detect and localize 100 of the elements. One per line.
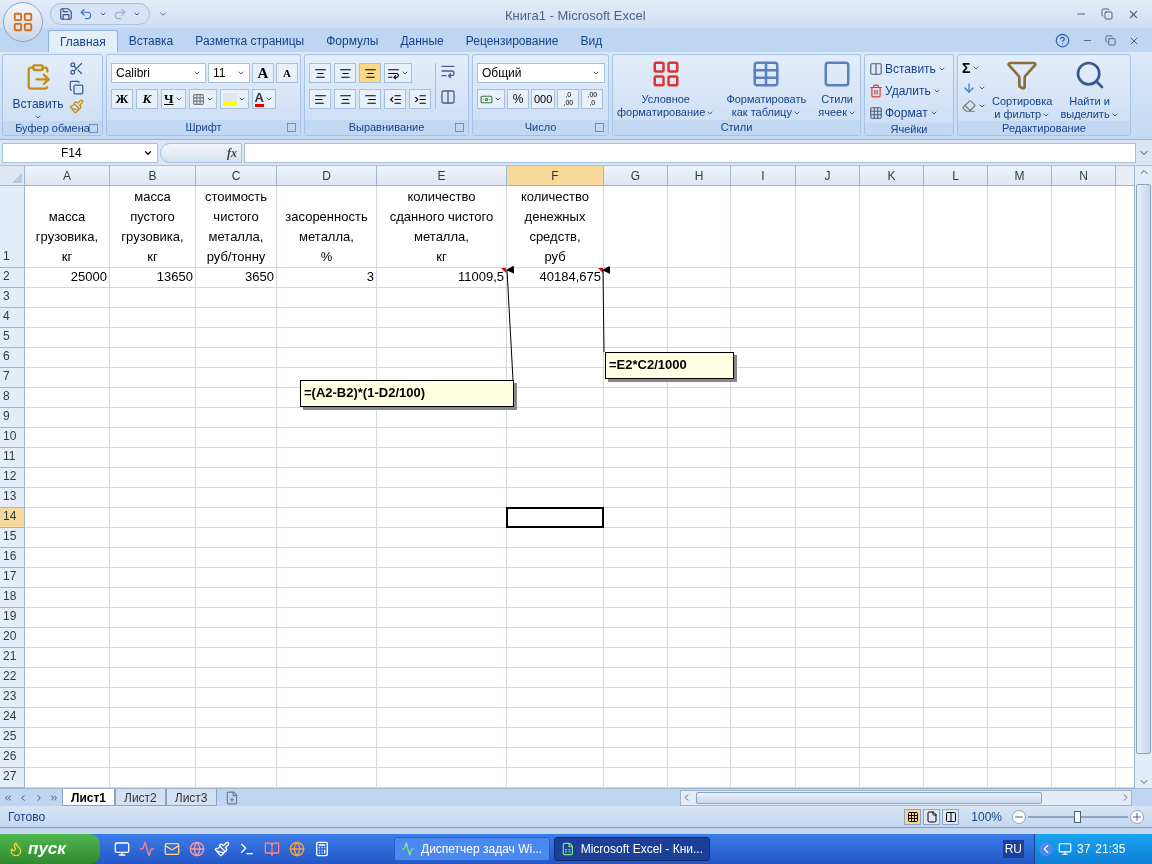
row-header[interactable]: 27 [0,768,25,788]
status-text: Готово [8,808,46,826]
ribbon-tab[interactable]: Формулы [315,30,390,52]
column-header[interactable]: E [377,166,507,186]
percent-button[interactable]: % [507,89,529,109]
taskbar-button[interactable]: Microsoft Excel - Кни... [554,837,710,861]
ribbon-tab[interactable]: Вид [569,30,614,52]
column-header[interactable]: L [924,166,988,186]
editing-button[interactable]: Найти и выделить [1058,59,1121,121]
font-name-field[interactable]: Calibri [111,63,206,83]
ribbon-tab[interactable]: Данные [389,30,455,52]
row-header[interactable]: 22 [0,668,25,688]
column-header[interactable]: N [1052,166,1116,186]
group-label: Шрифт [185,122,222,133]
font-size-field[interactable]: 11 [208,63,250,83]
clock: 21:35 [1095,841,1126,858]
column-header[interactable]: H [668,166,731,186]
group-label: Стили [720,122,753,133]
bold-button[interactable]: Ж [111,89,133,109]
row-header[interactable]: 12 [0,468,25,488]
row-header[interactable]: 18 [0,588,25,608]
table-cell-text: стоимость чистого металла, руб/тонну [203,188,269,266]
styles-button[interactable]: Стили ячеек [818,59,856,119]
thousands-button[interactable]: 000 [531,89,556,109]
styles-button[interactable]: Форматировать как таблицу [726,59,807,119]
row-header[interactable]: 9 [0,408,25,428]
sheet-tab[interactable]: Лист2 [115,789,166,806]
group-label: Редактирование [1002,122,1086,134]
cells-button[interactable]: Удалить [869,81,946,101]
row-header[interactable]: 21 [0,648,25,668]
column-header[interactable]: B [110,166,196,186]
row-header[interactable]: 25 [0,728,25,748]
comment-box: =(A2-B2)*(1-D2/100) [300,380,514,407]
row-header[interactable]: 10 [0,428,25,448]
name-box[interactable]: F14 [2,142,158,163]
styles-button[interactable]: Условное форматирование [617,59,715,119]
sheet-tab[interactable]: Лист1 [62,789,116,806]
number-format-field[interactable]: Общий [477,63,605,83]
ribbon-tab[interactable]: Рецензирование [454,30,570,52]
row-header[interactable]: 26 [0,748,25,768]
insert-function-button[interactable]: fx [227,143,237,162]
group-label: Ячейки [890,123,928,135]
row-header[interactable]: 6 [0,348,25,368]
window-title: Книга1 - Microsoft Excel [505,7,646,25]
column-header[interactable]: D [277,166,377,186]
tray-number: 37 [1077,841,1091,858]
row-header[interactable]: 16 [0,548,25,568]
row-header[interactable]: 7 [0,368,25,388]
language-indicator[interactable]: RU [1002,840,1024,858]
ribbon-tab[interactable]: Вставка [117,30,185,52]
row-header[interactable]: 11 [0,448,25,468]
autosum-button[interactable]: Σ [962,59,986,77]
group-label: Буфер обмена [15,122,90,134]
underline-button[interactable]: Ч [161,89,186,109]
row-header[interactable]: 23 [0,688,25,708]
row-header[interactable]: 15 [0,528,25,548]
column-header[interactable]: M [988,166,1052,186]
table-cell-text: масса грузовика, кг [34,208,100,266]
cells-button[interactable]: Вставить [869,59,946,79]
italic-button[interactable]: К [136,89,158,109]
column-header[interactable]: J [796,166,860,186]
column-header[interactable]: C [196,166,277,186]
column-header[interactable]: G [604,166,668,186]
column-header[interactable]: F [507,166,604,186]
shrink-font-button[interactable]: A [276,63,298,83]
table-cell-text: 13650 [155,268,194,286]
comment-box: =E2*C2/1000 [605,352,734,379]
table-cell-text: 11009,5 [456,268,505,286]
ribbon-tab[interactable]: Главная [48,30,118,52]
formula-bar-divider-handle[interactable]: fx [160,142,242,163]
table-cell-text: 25000 [69,268,108,286]
row-header[interactable]: 4 [0,308,25,328]
table-cell-text: масса пустого грузовика, кг [120,188,185,266]
row-header[interactable]: 5 [0,328,25,348]
column-header[interactable]: I [731,166,796,186]
zoom-level[interactable]: 100% [971,807,1002,826]
row-header[interactable]: 13 [0,488,25,508]
row-header[interactable]: 20 [0,628,25,648]
table-cell-text: количество сданного чистого металла, кг [388,188,495,266]
table-cell-text: засоренность металла, % [284,208,369,266]
column-header[interactable]: A [25,166,110,186]
row-header[interactable]: 8 [0,388,25,408]
row-header[interactable]: 24 [0,708,25,728]
row-header[interactable]: 3 [0,288,25,308]
editing-button[interactable]: Сортировка и фильтр [990,59,1055,121]
paste-button[interactable]: Вставить [7,59,69,121]
grow-font-button[interactable]: A [252,63,274,83]
row-header[interactable]: 2 [0,268,25,288]
font-color-button[interactable]: A [251,89,276,109]
cells-button[interactable]: Формат [869,103,946,123]
row-header[interactable]: 19 [0,608,25,628]
column-header[interactable]: K [860,166,924,186]
table-cell-text: количество денежных средств, руб [519,188,591,266]
sheet-tab[interactable]: Лист3 [165,789,217,806]
row-header[interactable]: 1 [0,186,25,268]
table-cell-text: 40184,675 [538,268,602,286]
row-header[interactable]: 17 [0,568,25,588]
ribbon-tab[interactable]: Разметка страницы [184,30,316,52]
table-cell-text: 3 [365,268,375,286]
row-header[interactable]: 14 [0,508,25,528]
